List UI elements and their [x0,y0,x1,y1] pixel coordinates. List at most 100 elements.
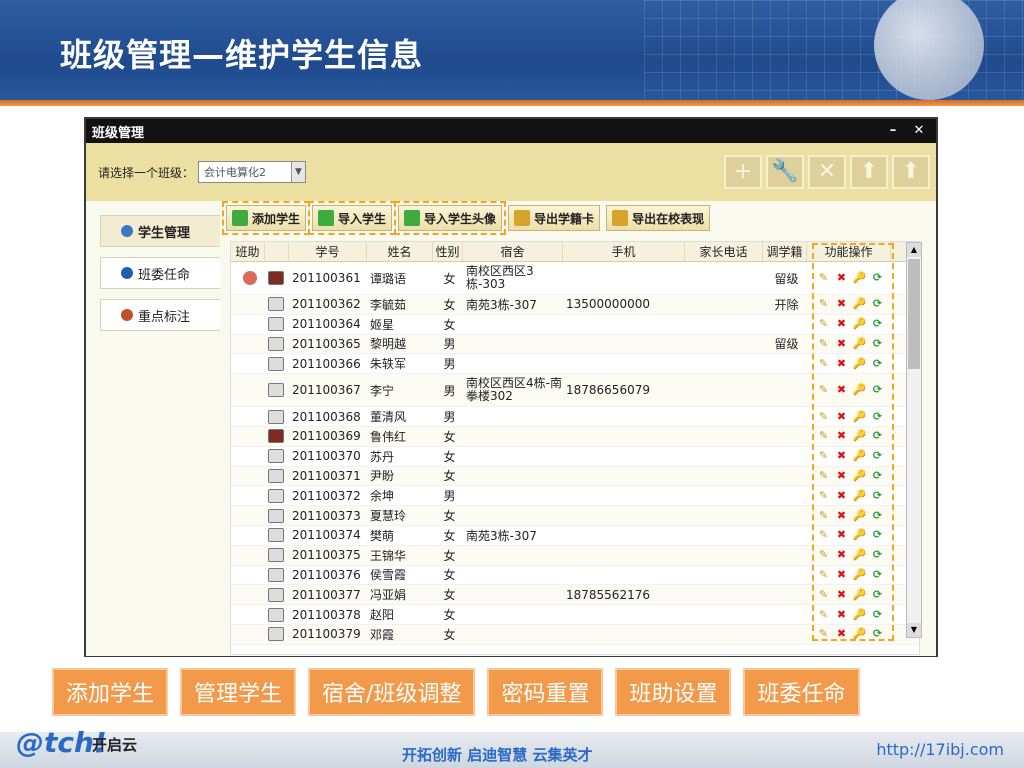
key-icon[interactable]: 🔑 [853,449,867,463]
key-icon[interactable]: 🔑 [853,429,867,443]
delete-icon[interactable]: ✖ [835,469,849,483]
delete-icon[interactable]: ✖ [835,548,849,562]
reset-icon[interactable]: ⟳ [871,449,885,463]
key-icon[interactable]: 🔑 [853,627,867,641]
feature-button-5[interactable]: 班委任命 [743,668,860,716]
toolbar-button-3[interactable]: 导出学籍卡 [508,205,601,231]
grid-column-header[interactable]: 性别 [433,242,463,261]
reset-icon[interactable]: ⟳ [871,568,885,582]
key-icon[interactable]: 🔑 [853,410,867,424]
delete-icon[interactable]: ✕ [808,155,846,189]
delete-icon[interactable]: ✖ [835,383,849,397]
delete-icon[interactable]: ✖ [835,449,849,463]
table-row[interactable]: 201100362 李毓茹 女南苑3栋-307 13500000000 开除 ✎ ✖ 🔑 ⟳ [231,295,919,315]
key-icon[interactable]: 🔑 [853,337,867,351]
wrench-icon[interactable]: 🔧 [766,155,804,189]
reset-icon[interactable]: ⟳ [871,297,885,311]
delete-icon[interactable]: ✖ [835,429,849,443]
class-select[interactable]: 会计电算化2 ▼ [198,161,307,183]
key-icon[interactable]: 🔑 [853,548,867,562]
delete-icon[interactable]: ✖ [835,489,849,503]
table-row[interactable]: 201100379 邓霞 女 ✎ ✖ 🔑 ⟳ [231,624,919,645]
grid-column-header[interactable]: 调学籍 [763,242,807,261]
feature-button-4[interactable]: 班助设置 [615,668,732,716]
reset-icon[interactable]: ⟳ [871,528,885,542]
edit-icon[interactable]: ✎ [817,528,831,542]
table-row[interactable]: 201100364 姬星 女 ✎ ✖ 🔑 ⟳ [231,315,919,335]
grid-scrollbar[interactable]: ▲ ▼ [906,242,922,638]
edit-icon[interactable]: ✎ [817,548,831,562]
delete-icon[interactable]: ✖ [835,608,849,622]
grid-column-header[interactable]: 功能操作 [807,242,891,261]
table-row[interactable]: 201100376 侯雪霞 女 ✎ ✖ 🔑 ⟳ [231,566,919,586]
key-icon[interactable]: 🔑 [853,489,867,503]
grid-column-header[interactable]: 宿舍 [463,242,563,261]
delete-icon[interactable]: ✖ [835,588,849,602]
edit-icon[interactable]: ✎ [817,271,831,285]
scroll-down-icon[interactable]: ▼ [907,623,921,637]
reset-icon[interactable]: ⟳ [871,469,885,483]
reset-icon[interactable]: ⟳ [871,337,885,351]
feature-button-3[interactable]: 密码重置 [487,668,604,716]
edit-icon[interactable]: ✎ [817,429,831,443]
reset-icon[interactable]: ⟳ [871,627,885,641]
edit-icon[interactable]: ✎ [817,489,831,503]
grid-column-header[interactable]: 手机 [563,242,685,261]
key-icon[interactable]: 🔑 [853,469,867,483]
key-icon[interactable]: 🔑 [853,528,867,542]
delete-icon[interactable]: ✖ [835,337,849,351]
edit-icon[interactable]: ✎ [817,588,831,602]
toolbar-button-1[interactable]: 导入学生 [308,201,397,235]
grid-column-header[interactable]: 家长电话 [685,242,763,261]
edit-icon[interactable]: ✎ [817,449,831,463]
toolbar-button-2[interactable]: 导入学生头像 [394,201,507,235]
chevron-down-icon[interactable]: ▼ [291,162,306,182]
edit-icon[interactable]: ✎ [817,317,831,331]
delete-icon[interactable]: ✖ [835,297,849,311]
table-row[interactable]: 201100368 董清风 男 ✎ ✖ 🔑 ⟳ [231,407,919,427]
edit-icon[interactable]: ✎ [817,410,831,424]
delete-icon[interactable]: ✖ [835,317,849,331]
edit-icon[interactable]: ✎ [817,383,831,397]
key-icon[interactable]: 🔑 [853,588,867,602]
upload-link-icon[interactable]: ⬆ [892,155,930,189]
key-icon[interactable]: 🔑 [853,383,867,397]
key-icon[interactable]: 🔑 [853,568,867,582]
grid-column-header[interactable]: 班助 [231,242,265,261]
side-item-1[interactable]: 班委任命 [100,257,220,289]
table-row[interactable]: 201100377 冯亚娟 女 18785562176 ✎ ✖ 🔑 ⟳ [231,585,919,606]
reset-icon[interactable]: ⟳ [871,489,885,503]
delete-icon[interactable]: ✖ [835,528,849,542]
feature-button-1[interactable]: 管理学生 [180,668,297,716]
edit-icon[interactable]: ✎ [817,627,831,641]
reset-icon[interactable]: ⟳ [871,271,885,285]
table-row[interactable]: 201100365 黎明越 男 留级 ✎ ✖ 🔑 ⟳ [231,334,919,355]
scroll-up-icon[interactable]: ▲ [907,243,921,257]
reset-icon[interactable]: ⟳ [871,548,885,562]
delete-icon[interactable]: ✖ [835,357,849,371]
grid-column-header[interactable] [265,242,289,261]
key-icon[interactable]: 🔑 [853,357,867,371]
table-row[interactable]: 201100369 鲁伟红 女 ✎ ✖ 🔑 ⟳ [231,426,919,447]
table-row[interactable]: 201100373 夏慧玲 女 ✎ ✖ 🔑 ⟳ [231,506,919,526]
reset-icon[interactable]: ⟳ [871,383,885,397]
key-icon[interactable]: 🔑 [853,317,867,331]
delete-icon[interactable]: ✖ [835,568,849,582]
key-icon[interactable]: 🔑 [853,271,867,285]
feature-button-2[interactable]: 宿舍/班级调整 [308,668,476,716]
close-button[interactable]: ✕ [908,122,930,140]
table-row[interactable]: 201100378 赵阳 女 ✎ ✖ 🔑 ⟳ [231,605,919,625]
side-item-0[interactable]: 学生管理 [100,215,220,247]
edit-icon[interactable]: ✎ [817,509,831,523]
edit-icon[interactable]: ✎ [817,608,831,622]
table-row[interactable]: 201100372 余坤 男 ✎ ✖ 🔑 ⟳ [231,486,919,507]
table-row[interactable]: 201100367 李宁 男南校区西区4栋-南拳楼302 18786656079 ✎ ✖ 🔑… [231,374,919,408]
table-row[interactable]: 201100374 樊萌 女南苑3栋-307 ✎ ✖ 🔑 ⟳ [231,526,919,546]
edit-icon[interactable]: ✎ [817,568,831,582]
edit-icon[interactable]: ✎ [817,357,831,371]
minimize-button[interactable]: – [882,122,904,140]
feature-button-0[interactable]: 添加学生 [52,668,169,716]
delete-icon[interactable]: ✖ [835,271,849,285]
reset-icon[interactable]: ⟳ [871,509,885,523]
side-item-2[interactable]: 重点标注 [100,299,220,331]
